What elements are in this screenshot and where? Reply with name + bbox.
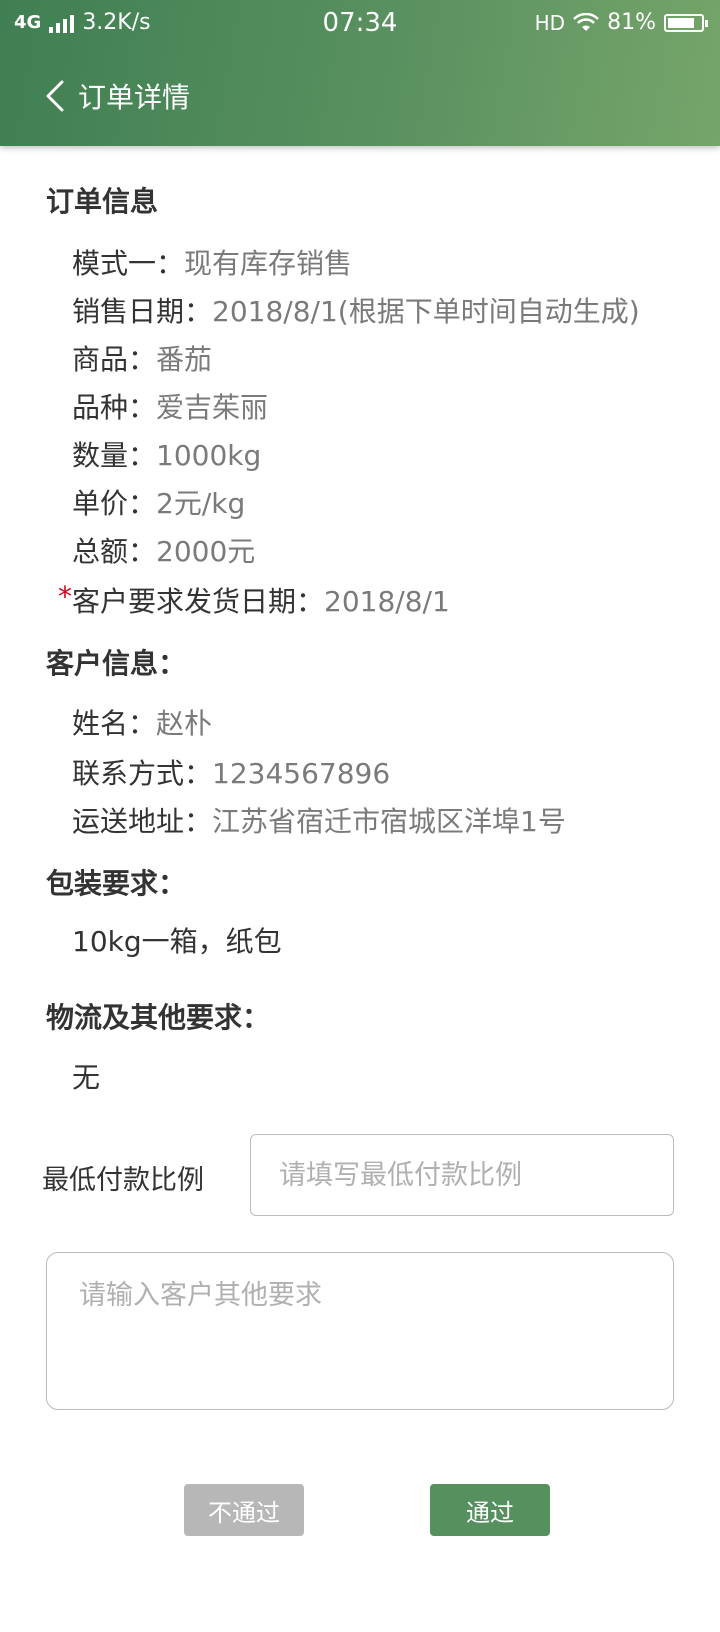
ship-date-row: * 客户要求发货日期：2018/8/1 bbox=[58, 580, 450, 620]
variety-row: 品种：爱吉茱丽 bbox=[72, 386, 268, 426]
ship-date-value: 2018/8/1 bbox=[324, 585, 450, 618]
quantity-row: 数量：1000kg bbox=[72, 434, 261, 474]
wifi-icon bbox=[573, 12, 599, 31]
min-payment-input[interactable] bbox=[250, 1134, 674, 1216]
page-title: 订单详情 bbox=[78, 81, 191, 114]
sale-date-row: 销售日期：2018/8/1(根据下单时间自动生成) bbox=[72, 290, 640, 330]
app-header: 4G 3.2K/s 07:34 HD 81% 订单详情 bbox=[0, 0, 720, 146]
contact-value: 1234567896 bbox=[212, 757, 391, 790]
contact-row: 联系方式：1234567896 bbox=[72, 752, 390, 792]
logistics-value: 无 bbox=[72, 1061, 101, 1094]
product-row: 商品：番茄 bbox=[72, 338, 212, 378]
reject-button[interactable]: 不通过 bbox=[184, 1484, 304, 1536]
sale-date-label: 销售日期： bbox=[72, 295, 213, 328]
packaging-title: 包装要求： bbox=[46, 867, 187, 900]
total-label: 总额： bbox=[72, 535, 157, 568]
address-value: 江苏省宿迁市宿城区洋埠1号 bbox=[212, 805, 566, 838]
battery-fill bbox=[668, 17, 694, 28]
unit-price-label: 单价： bbox=[72, 487, 157, 520]
hd-indicator: HD bbox=[534, 10, 566, 35]
packaging-value: 10kg一箱，纸包 bbox=[72, 925, 282, 958]
variety-value: 爱吉茱丽 bbox=[156, 391, 269, 424]
nav-bar: 订单详情 bbox=[0, 70, 720, 122]
required-star: * bbox=[58, 580, 72, 613]
quantity-label: 数量： bbox=[72, 439, 157, 472]
quantity-value: 1000kg bbox=[156, 439, 262, 472]
unit-price-row: 单价：2元/kg bbox=[72, 482, 245, 522]
order-info-title: 订单信息 bbox=[46, 185, 159, 218]
battery-percent: 81% bbox=[607, 10, 656, 35]
order-mode-label: 模式一： bbox=[72, 247, 185, 280]
order-mode-row: 模式一：现有库存销售 bbox=[72, 242, 352, 282]
unit-price-value: 2元/kg bbox=[156, 487, 246, 520]
address-row: 运送地址：江苏省宿迁市宿城区洋埠1号 bbox=[72, 800, 566, 840]
approve-button[interactable]: 通过 bbox=[430, 1484, 550, 1536]
chevron-left-icon[interactable] bbox=[40, 78, 72, 114]
customer-name-value: 赵朴 bbox=[156, 707, 213, 740]
order-mode-value: 现有库存销售 bbox=[184, 247, 353, 280]
customer-name-row: 姓名：赵朴 bbox=[72, 702, 212, 742]
min-payment-label: 最低付款比例 bbox=[42, 1165, 204, 1196]
battery-icon bbox=[664, 13, 708, 32]
total-row: 总额：2000元 bbox=[72, 530, 255, 570]
ship-date-label: 客户要求发货日期： bbox=[72, 585, 325, 618]
logistics-title: 物流及其他要求： bbox=[46, 1001, 271, 1034]
customer-name-label: 姓名： bbox=[72, 707, 157, 740]
total-value: 2000元 bbox=[156, 535, 256, 568]
sale-date-value: 2018/8/1(根据下单时间自动生成) bbox=[212, 295, 640, 328]
status-right: HD 81% bbox=[534, 10, 708, 35]
other-requirements-input[interactable] bbox=[46, 1252, 674, 1410]
address-label: 运送地址： bbox=[72, 805, 213, 838]
product-label: 商品： bbox=[72, 343, 157, 376]
contact-label: 联系方式： bbox=[72, 757, 213, 790]
customer-info-title: 客户信息： bbox=[46, 647, 187, 680]
product-value: 番茄 bbox=[156, 343, 213, 376]
variety-label: 品种： bbox=[72, 391, 157, 424]
status-bar: 4G 3.2K/s 07:34 HD 81% bbox=[0, 0, 720, 48]
